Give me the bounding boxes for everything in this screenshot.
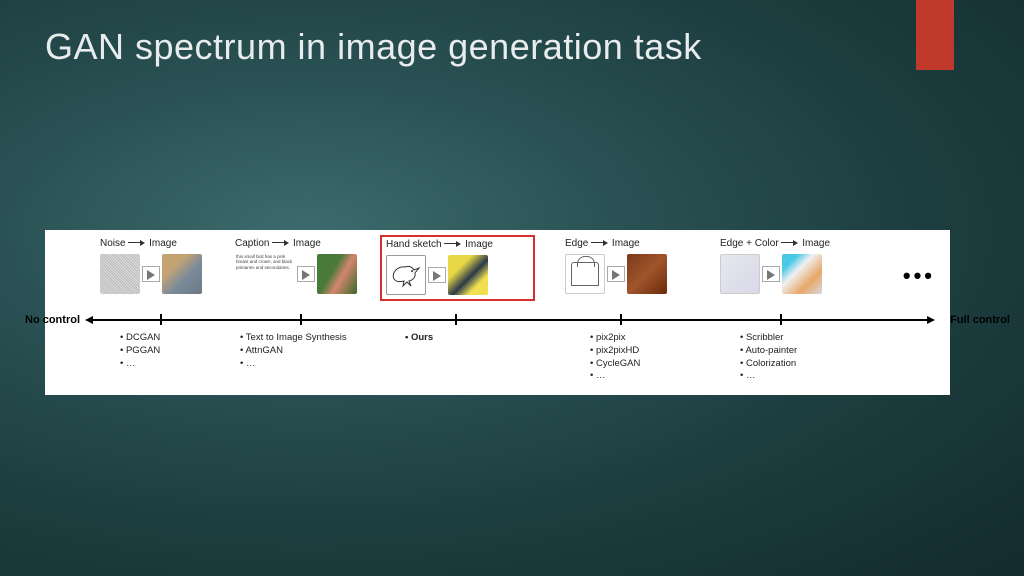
edge-bag-thumb: [565, 254, 605, 294]
arrow-icon: [591, 239, 609, 247]
thumbs-edgecolor: [720, 251, 880, 296]
more-dots: •••: [903, 263, 935, 289]
method-item: Text to Image Synthesis: [240, 332, 347, 345]
sketch-thumb: [386, 255, 426, 295]
col-edge: Edge Image: [565, 238, 715, 296]
arrow-icon: [428, 267, 446, 283]
gan-spectrum-diagram: Noise Image Caption Image this small bir…: [45, 230, 950, 395]
methods-noise: DCGAN PGGAN …: [120, 332, 160, 370]
slide-title: GAN spectrum in image generation task: [45, 25, 702, 68]
caption-text-thumb: this small bird has a pink breast and cr…: [235, 253, 295, 295]
to-label: Image: [149, 238, 177, 249]
noise-thumb: [100, 254, 140, 294]
method-item: pix2pix: [590, 332, 640, 345]
real-bag-thumb: [627, 254, 667, 294]
from-label: Edge: [565, 238, 588, 249]
arrow-icon: [781, 239, 799, 247]
header-sketch: Hand sketch Image: [386, 239, 529, 250]
thumbs-sketch: [386, 252, 529, 297]
arrow-icon: [444, 240, 462, 248]
method-item: PGGAN: [120, 345, 160, 358]
to-label: Image: [612, 238, 640, 249]
method-item: pix2pixHD: [590, 345, 640, 358]
bird-image-thumb: [448, 255, 488, 295]
header-edgecolor: Edge + Color Image: [720, 238, 880, 249]
to-label: Image: [293, 238, 321, 249]
method-item: AttnGAN: [240, 345, 347, 358]
from-label: Edge + Color: [720, 238, 779, 249]
edge-room-thumb: [720, 254, 760, 294]
control-axis: No control Full control: [60, 310, 935, 330]
col-caption: Caption Image this small bird has a pink…: [235, 238, 375, 296]
axis-tick: [160, 314, 162, 325]
method-item: Ours: [405, 332, 433, 345]
axis-tick: [620, 314, 622, 325]
method-item: Scribbler: [740, 332, 797, 345]
header-edge: Edge Image: [565, 238, 715, 249]
arrow-icon: [128, 239, 146, 247]
arrow-icon: [272, 239, 290, 247]
method-item: …: [590, 370, 640, 383]
method-item: CycleGAN: [590, 358, 640, 371]
col-edgecolor: Edge + Color Image: [720, 238, 880, 296]
header-caption: Caption Image: [235, 238, 375, 249]
methods-edgecolor: Scribbler Auto-painter Colorization …: [740, 332, 797, 383]
method-item: DCGAN: [120, 332, 160, 345]
methods-row: DCGAN PGGAN … Text to Image Synthesis At…: [60, 332, 935, 387]
method-item: …: [120, 358, 160, 371]
axis-line: [90, 319, 930, 321]
header-noise: Noise Image: [100, 238, 230, 249]
method-item: …: [740, 370, 797, 383]
bird-image-thumb: [317, 254, 357, 294]
methods-ours: Ours: [405, 332, 433, 345]
arrow-icon: [142, 266, 160, 282]
method-item: Auto-painter: [740, 345, 797, 358]
to-label: Image: [802, 238, 830, 249]
spectrum-columns: Noise Image Caption Image this small bir…: [60, 238, 935, 306]
from-label: Caption: [235, 238, 269, 249]
method-item: Colorization: [740, 358, 797, 371]
method-item: …: [240, 358, 347, 371]
from-label: Hand sketch: [386, 239, 442, 250]
axis-left-label: No control: [25, 314, 80, 326]
axis-right-label: Full control: [950, 314, 1010, 326]
accent-bar: [916, 0, 954, 70]
thumbs-caption: this small bird has a pink breast and cr…: [235, 251, 375, 296]
axis-tick: [455, 314, 457, 325]
thumbs-noise: [100, 251, 230, 296]
arrow-icon: [607, 266, 625, 282]
methods-edge: pix2pix pix2pixHD CycleGAN …: [590, 332, 640, 383]
color-room-thumb: [782, 254, 822, 294]
bird-image-thumb: [162, 254, 202, 294]
arrow-icon: [762, 266, 780, 282]
arrow-icon: [297, 266, 315, 282]
col-noise: Noise Image: [100, 238, 230, 296]
axis-tick: [300, 314, 302, 325]
methods-caption: Text to Image Synthesis AttnGAN …: [240, 332, 347, 370]
axis-tick: [780, 314, 782, 325]
thumbs-edge: [565, 251, 715, 296]
arrow-right-icon: [927, 316, 935, 324]
from-label: Noise: [100, 238, 126, 249]
to-label: Image: [465, 239, 493, 250]
col-sketch-highlighted: Hand sketch Image: [380, 235, 535, 301]
